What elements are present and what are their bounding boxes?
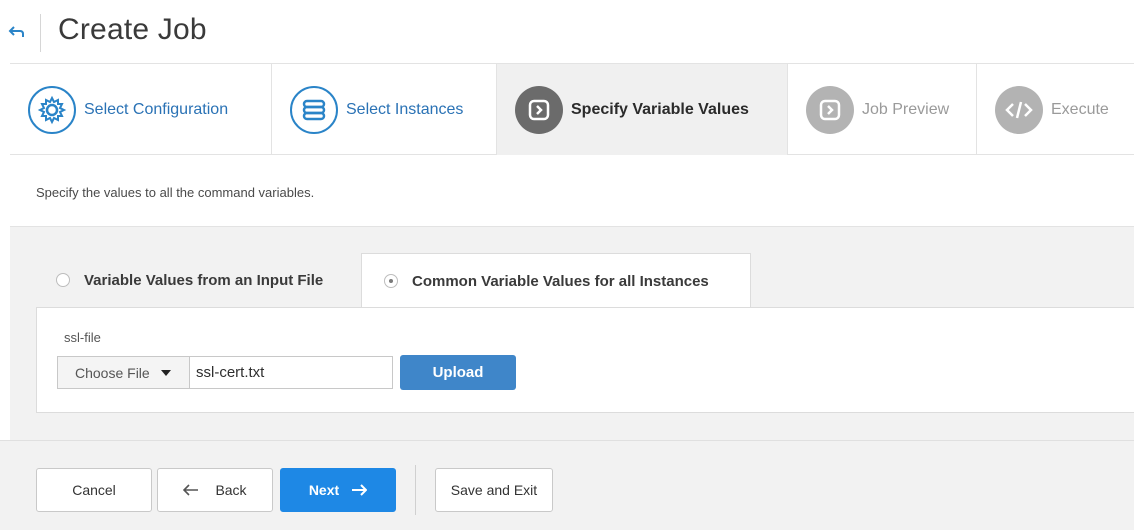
instructions-text: Specify the values to all the command va…: [36, 185, 315, 200]
file-picker[interactable]: Choose File ssl-cert.txt: [57, 356, 393, 389]
tab-common-values[interactable]: Common Variable Values for all Instances: [361, 253, 751, 308]
choose-file-label: Choose File: [75, 364, 150, 381]
save-and-exit-label: Save and Exit: [450, 482, 538, 498]
step-label: Select Instances: [346, 100, 464, 118]
code-icon: [995, 85, 1043, 134]
step-select-configuration[interactable]: Select Configuration: [10, 64, 272, 155]
header-divider: [40, 14, 41, 52]
tab-label: Variable Values from an Input File: [84, 271, 324, 289]
page-title: Create Job: [58, 13, 207, 46]
variable-name-label: ssl-file: [64, 330, 101, 345]
choose-file-button[interactable]: Choose File: [58, 357, 190, 388]
next-button[interactable]: Next: [280, 468, 396, 512]
gear-icon: [28, 85, 76, 134]
chevron-square-icon: [515, 86, 563, 134]
back-button[interactable]: Back: [157, 468, 273, 512]
back-label: Back: [215, 482, 247, 498]
instructions-bar: Specify the values to all the command va…: [10, 155, 1134, 227]
wizard-steps: Select Configuration Select Instances Sp…: [10, 63, 1134, 156]
step-label: Specify Variable Values: [571, 101, 749, 118]
upload-button[interactable]: Upload: [400, 355, 516, 390]
tab-label: Common Variable Values for all Instances: [412, 272, 709, 290]
chevron-square-icon: [806, 85, 854, 134]
radio-input-file[interactable]: [56, 273, 70, 287]
variables-section: Variable Values from an Input File Commo…: [10, 227, 1134, 440]
step-specify-variable-values[interactable]: Specify Variable Values: [497, 64, 788, 156]
cancel-label: Cancel: [72, 482, 116, 498]
step-job-preview[interactable]: Job Preview: [788, 64, 977, 155]
step-label: Select Configuration: [84, 100, 229, 118]
next-label: Next: [308, 482, 340, 498]
step-select-instances[interactable]: Select Instances: [272, 64, 497, 155]
cancel-button[interactable]: Cancel: [36, 468, 152, 512]
page-header: Create Job: [0, 0, 1134, 62]
arrow-left-icon: [183, 484, 199, 496]
radio-common-values[interactable]: [384, 274, 398, 288]
step-execute[interactable]: Execute: [977, 64, 1134, 155]
back-arrow-icon[interactable]: [8, 22, 28, 42]
step-label: Execute: [1051, 100, 1109, 118]
common-values-panel: ssl-file Choose File ssl-cert.txt Upload: [36, 307, 1134, 413]
save-and-exit-button[interactable]: Save and Exit: [435, 468, 553, 512]
database-icon: [290, 85, 338, 134]
arrow-right-icon: [351, 484, 368, 496]
selected-file-name: ssl-cert.txt: [196, 364, 265, 381]
footer-divider: [415, 465, 416, 515]
wizard-footer: Cancel Back Next Save and Exit: [0, 440, 1134, 530]
tab-input-file[interactable]: Variable Values from an Input File: [56, 253, 323, 307]
step-label: Job Preview: [862, 100, 950, 118]
caret-down-icon: [160, 369, 171, 376]
